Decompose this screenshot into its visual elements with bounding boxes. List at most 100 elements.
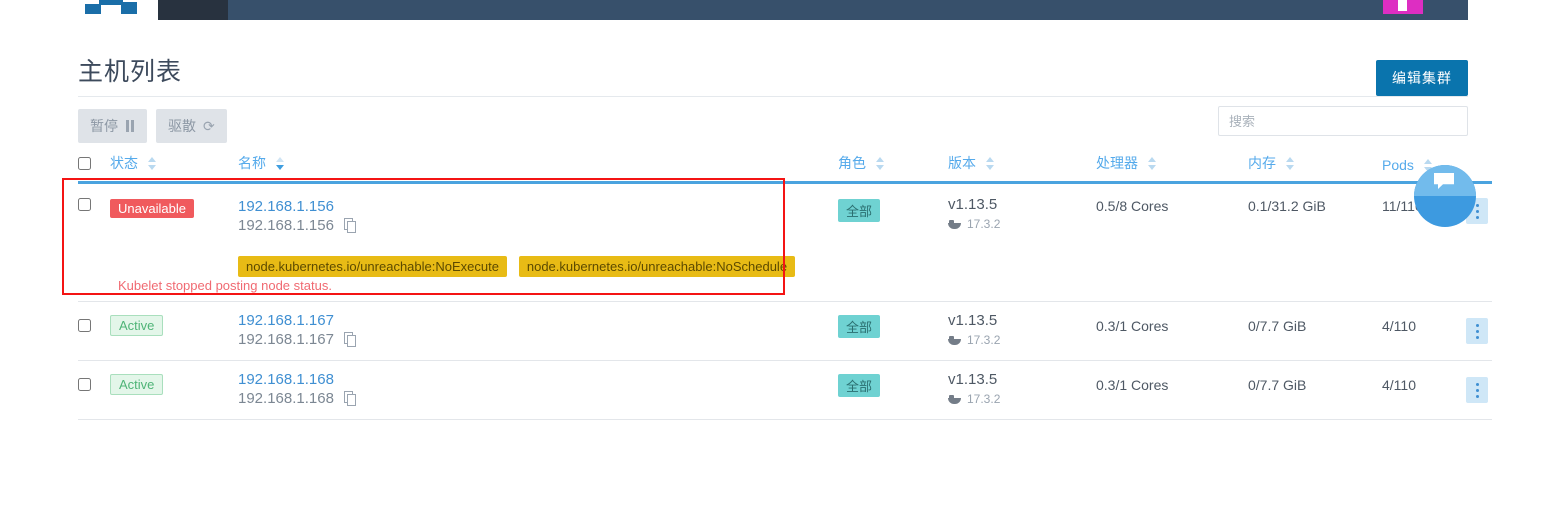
header-role[interactable]: 角色 <box>838 149 948 184</box>
select-all-checkbox[interactable] <box>78 157 91 170</box>
drain-button-label: 驱散 <box>168 118 196 134</box>
sort-arrows-icon[interactable] <box>275 157 285 170</box>
row-pods-cell: 4/110 <box>1382 301 1492 361</box>
pods-value: 4/110 <box>1382 377 1416 393</box>
hosts-table-head: 状态 名称 角色 版本 处理器 内存 Pods <box>78 149 1492 184</box>
host-name-link[interactable]: 192.168.1.167 <box>238 312 838 329</box>
table-toolbar: 暂停 驱散 ⟳ <box>78 97 1468 149</box>
header-memory[interactable]: 内存 <box>1248 149 1382 184</box>
docker-icon <box>948 335 962 345</box>
drain-button[interactable]: 驱散 ⟳ <box>156 109 227 143</box>
row-status-cell: Active <box>110 301 238 361</box>
sort-arrows-icon[interactable] <box>1285 157 1295 170</box>
sort-arrows-icon[interactable] <box>1147 157 1157 170</box>
row-status-cell: Active <box>110 360 238 420</box>
taint-badge: node.kubernetes.io/unreachable:NoExecute <box>238 256 507 277</box>
header-pods-label: Pods <box>1382 157 1414 173</box>
taint-badge: node.kubernetes.io/unreachable:NoSchedul… <box>518 256 796 277</box>
search-input[interactable] <box>1218 106 1468 136</box>
docker-version-row: 17.3.2 <box>948 333 1096 347</box>
row-role-cell: 全部 <box>838 360 948 420</box>
table-row[interactable]: Active 192.168.1.167 192.168.1.167 全部 v1… <box>78 301 1492 361</box>
copy-icon[interactable] <box>343 218 356 233</box>
table-row[interactable]: Unavailable 192.168.1.156 192.168.1.156 … <box>78 183 1492 279</box>
header-status[interactable]: 状态 <box>110 149 238 184</box>
host-name-link[interactable]: 192.168.1.156 <box>238 198 838 215</box>
row-status-cell: Unavailable <box>110 183 238 279</box>
row-memory-cell: 0/7.7 GiB <box>1248 301 1382 361</box>
pods-value: 4/110 <box>1382 318 1416 334</box>
host-ip-text: 192.168.1.156 <box>238 217 334 234</box>
header-cpu[interactable]: 处理器 <box>1096 149 1248 184</box>
header-status-label: 状态 <box>110 155 138 171</box>
top-navbar <box>158 0 1468 20</box>
role-badge: 全部 <box>838 374 881 397</box>
logo-top-bar <box>99 0 123 5</box>
sort-arrows-icon[interactable] <box>147 157 157 170</box>
page-header: 主机列表 编辑集群 <box>78 20 1468 96</box>
row-checkbox[interactable] <box>78 198 91 211</box>
status-badge: Unavailable <box>110 199 194 218</box>
hosts-table-body: Unavailable 192.168.1.156 192.168.1.156 … <box>78 183 1492 420</box>
header-version[interactable]: 版本 <box>948 149 1096 184</box>
pause-icon <box>125 120 135 132</box>
row-cpu-cell: 0.3/1 Cores <box>1096 360 1248 420</box>
help-chat-widget-button[interactable] <box>1414 165 1476 227</box>
row-select-cell[interactable] <box>78 360 110 420</box>
header-memory-label: 内存 <box>1248 155 1276 171</box>
copy-icon[interactable] <box>343 391 356 406</box>
row-error-message: Kubelet stopped posting node status. <box>118 278 332 293</box>
row-actions-menu-button[interactable] <box>1466 377 1488 403</box>
row-name-cell: 192.168.1.167 192.168.1.167 <box>238 301 838 361</box>
rancher-logo[interactable] <box>85 0 137 14</box>
docker-icon <box>948 394 962 404</box>
row-pods-cell: 4/110 <box>1382 360 1492 420</box>
table-row[interactable]: Active 192.168.1.168 192.168.1.168 全部 v1… <box>78 360 1492 420</box>
pause-button-label: 暂停 <box>90 118 118 134</box>
row-role-cell: 全部 <box>838 301 948 361</box>
row-name-cell: 192.168.1.168 192.168.1.168 <box>238 360 838 420</box>
kubernetes-version: v1.13.5 <box>948 312 998 329</box>
pause-button[interactable]: 暂停 <box>78 109 147 143</box>
navbar-active-section[interactable] <box>158 0 228 20</box>
hosts-table: 状态 名称 角色 版本 处理器 内存 Pods Unavailable 192.… <box>78 149 1492 420</box>
navbar-accent-gap <box>1398 0 1407 11</box>
row-select-cell[interactable] <box>78 183 110 279</box>
host-ip-text: 192.168.1.167 <box>238 331 334 348</box>
sort-arrows-icon[interactable] <box>875 157 885 170</box>
kubernetes-version: v1.13.5 <box>948 196 998 213</box>
header-select-all[interactable] <box>78 149 110 184</box>
role-badge: 全部 <box>838 315 881 338</box>
host-ip-text: 192.168.1.168 <box>238 390 334 407</box>
role-badge: 全部 <box>838 199 881 222</box>
row-select-cell[interactable] <box>78 301 110 361</box>
row-cpu-cell: 0.5/8 Cores <box>1096 198 1169 214</box>
row-memory-cell: 0.1/31.2 GiB <box>1248 198 1326 214</box>
row-checkbox[interactable] <box>78 319 91 332</box>
docker-version: 17.3.2 <box>967 217 1001 231</box>
refresh-icon: ⟳ <box>203 117 215 134</box>
kubernetes-version: v1.13.5 <box>948 371 998 388</box>
docker-version-row: 17.3.2 <box>948 217 1096 231</box>
row-name-cell: 192.168.1.156 192.168.1.156 node.kuberne… <box>238 183 838 279</box>
header-version-label: 版本 <box>948 155 976 171</box>
row-role-cell: 全部 <box>838 183 948 279</box>
header-name[interactable]: 名称 <box>238 149 838 184</box>
edit-cluster-button[interactable]: 编辑集群 <box>1376 60 1468 96</box>
taints-list: node.kubernetes.io/unreachable:NoExecute… <box>238 256 838 277</box>
docker-version: 17.3.2 <box>967 392 1001 406</box>
docker-icon <box>948 219 962 229</box>
row-version-cell: v1.13.5 17.3.2 <box>948 183 1096 279</box>
row-memory-cell: 0/7.7 GiB <box>1248 360 1382 420</box>
page-container: 主机列表 编辑集群 暂停 驱散 ⟳ 状态 名称 <box>78 20 1492 420</box>
host-name-link[interactable]: 192.168.1.168 <box>238 371 838 388</box>
table-header-row: 状态 名称 角色 版本 处理器 内存 Pods <box>78 149 1492 184</box>
row-actions-menu-button[interactable] <box>1466 318 1488 344</box>
copy-icon[interactable] <box>343 332 356 347</box>
sort-arrows-icon[interactable] <box>985 157 995 170</box>
header-name-label: 名称 <box>238 155 266 171</box>
docker-version-row: 17.3.2 <box>948 392 1096 406</box>
row-checkbox[interactable] <box>78 378 91 391</box>
status-badge: Active <box>110 315 164 336</box>
status-badge: Active <box>110 374 164 395</box>
